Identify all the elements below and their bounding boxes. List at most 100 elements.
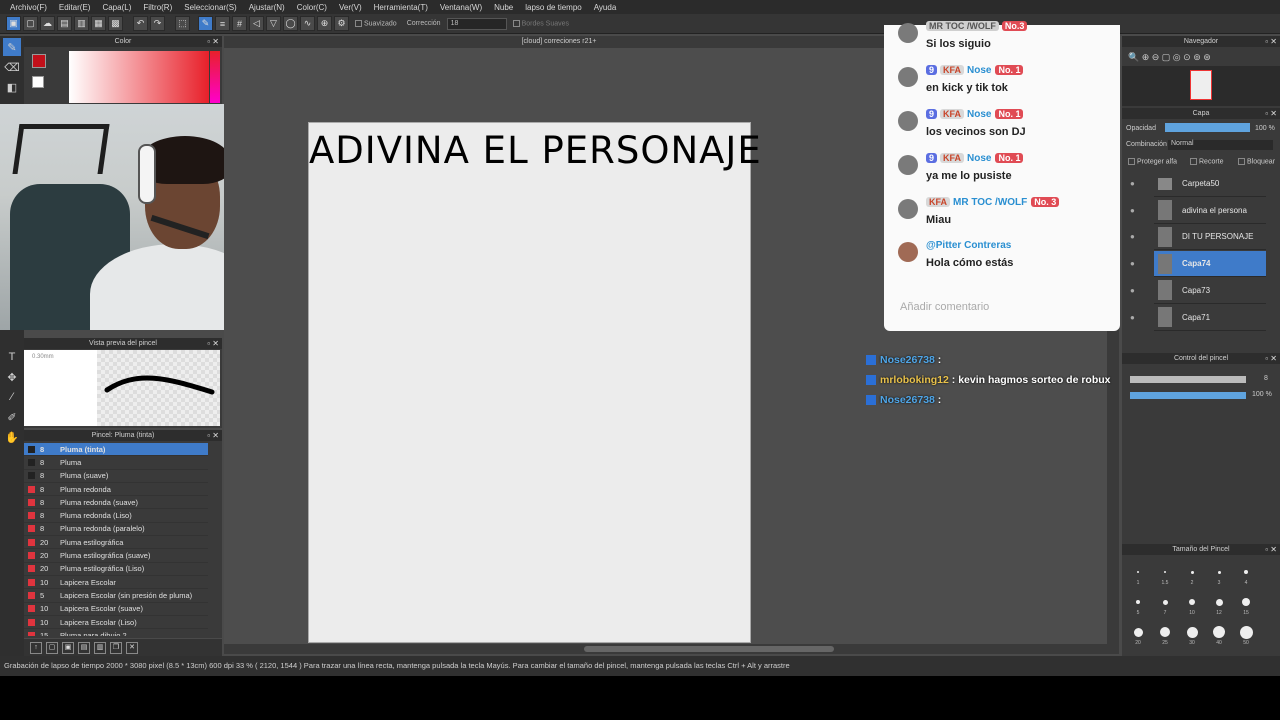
comment-input[interactable]: Añadir comentario	[900, 301, 989, 313]
layer-item[interactable]: Carpeta50	[1154, 171, 1266, 197]
user-name[interactable]: @Pitter Contreras	[926, 240, 1011, 251]
menu-item[interactable]: Ver(V)	[333, 3, 368, 12]
smoothing-toggle[interactable]: Suavizado	[355, 19, 397, 27]
eyedropper-tool-icon[interactable]: ⁄	[3, 388, 21, 406]
protect-alpha-checkbox[interactable]	[1128, 158, 1135, 165]
cloud-icon[interactable]: ☁	[40, 16, 55, 31]
close-icon[interactable]: ▫ ✕	[1265, 108, 1277, 119]
menu-item[interactable]: Capa(L)	[96, 3, 137, 12]
color-picker-square[interactable]	[69, 51, 209, 103]
brush-list-item[interactable]: 8 Pluma (suave)	[24, 470, 208, 483]
eye-icon[interactable]: ●	[1130, 286, 1135, 295]
close-icon[interactable]: ▫ ✕	[1265, 353, 1277, 364]
brush-list-item[interactable]: 10 Lapicera Escolar (suave)	[24, 603, 208, 616]
brush-list-item[interactable]: 10 Lapicera Escolar (Liso)	[24, 616, 208, 630]
grid-icon[interactable]: ▩	[108, 16, 123, 31]
brush-size-dot[interactable]	[1244, 570, 1248, 574]
layer-item[interactable]: DI TU PERSONAJE	[1154, 224, 1266, 251]
close-icon[interactable]: ▫ ✕	[207, 36, 219, 47]
brush-list-item[interactable]: 8 Pluma redonda (suave)	[24, 496, 208, 510]
soft-edges-toggle[interactable]: Bordes Suaves	[512, 19, 569, 27]
menu-item[interactable]: Archivo(F)	[4, 3, 53, 12]
brush-size-dot[interactable]	[1160, 627, 1170, 637]
print-icon[interactable]: ▦	[91, 16, 106, 31]
export-icon[interactable]: ▥	[74, 16, 89, 31]
eye-icon[interactable]: ●	[1130, 206, 1135, 215]
navigator-zoom-controls[interactable]: 🔍 ⊕ ⊖ ▢ ◎ ⊙ ⊚ ⊛	[1128, 52, 1211, 63]
canvas-paper[interactable]: ADIVINA EL PERSONAJE	[308, 122, 761, 643]
document-tab[interactable]: [cloud] correciones r21+	[224, 36, 894, 48]
target-icon[interactable]: ⊕	[317, 16, 332, 31]
settings-icon[interactable]: ▤	[78, 641, 90, 654]
smoothing-checkbox[interactable]	[355, 19, 362, 27]
select-area-icon[interactable]: ⬚	[175, 16, 190, 31]
navigator-preview[interactable]	[1122, 66, 1280, 106]
brush-size-dot[interactable]	[1239, 625, 1253, 639]
brush-list-item[interactable]: 8 Pluma (tinta)	[24, 443, 208, 457]
new-file-icon[interactable]: ▢	[23, 16, 38, 31]
brush-list-item[interactable]: 15 Pluma para dibujo 2	[24, 629, 208, 636]
brush-opacity-slider[interactable]	[1130, 392, 1246, 399]
brush-size-dot[interactable]	[1164, 571, 1166, 573]
menu-item[interactable]: Ajustar(N)	[243, 3, 291, 12]
hue-slider[interactable]	[210, 51, 220, 103]
user-name[interactable]: Nose	[967, 65, 991, 76]
redo-icon[interactable]: ↷	[150, 16, 165, 31]
settings-icon[interactable]: ⚙	[334, 16, 349, 31]
fill-tool-icon[interactable]: ◧	[3, 78, 21, 96]
eye-icon[interactable]: ●	[1130, 313, 1135, 322]
brush-list-item[interactable]: 20 Pluma estilográfica (Liso)	[24, 563, 208, 576]
layer-item[interactable]: Capa73	[1154, 278, 1266, 304]
brush-size-slider[interactable]	[1130, 376, 1246, 383]
menu-item[interactable]: Ayuda	[588, 3, 623, 12]
pen-tool-icon[interactable]: ✎	[3, 38, 21, 56]
correction-input[interactable]: 18	[446, 17, 507, 30]
blend-mode-select[interactable]: Normal	[1168, 140, 1273, 150]
menu-item[interactable]: Filtro(R)	[137, 3, 178, 12]
menu-item[interactable]: lapso de tiempo	[519, 3, 587, 12]
circle-icon[interactable]: ◯	[283, 16, 298, 31]
brush-list-item[interactable]: 5 Lapicera Escolar (sin presión de pluma)	[24, 589, 208, 603]
brush-size-dot[interactable]	[1186, 626, 1198, 638]
brush-size-dot[interactable]	[1242, 598, 1250, 606]
eye-icon[interactable]: ●	[1130, 232, 1135, 241]
hand-tool-icon[interactable]: ✋	[3, 428, 21, 446]
brush-size-dot[interactable]	[1215, 598, 1223, 606]
folder-icon[interactable]: ▥	[94, 641, 106, 654]
up-arrow-icon[interactable]: ↑	[30, 641, 42, 654]
horizontal-scrollbar[interactable]	[224, 644, 1119, 654]
menu-item[interactable]: Editar(E)	[53, 3, 97, 12]
lock-toggle[interactable]: Bloquear	[1238, 158, 1275, 165]
menu-item[interactable]: Nube	[488, 3, 519, 12]
brush-list-item[interactable]: 20 Pluma estilográfica (suave)	[24, 549, 208, 563]
curve-icon[interactable]: ∿	[300, 16, 315, 31]
clip-checkbox[interactable]	[1190, 158, 1197, 165]
new-brush-icon[interactable]: ▢	[46, 641, 58, 654]
layer-item[interactable]: Capa74	[1154, 251, 1266, 278]
menu-item[interactable]: Herramienta(T)	[368, 3, 434, 12]
foreground-color-swatch[interactable]	[32, 54, 46, 68]
text-tool-icon[interactable]: T	[3, 348, 21, 366]
soft-edges-checkbox[interactable]	[512, 19, 520, 27]
move-tool-icon[interactable]: ✥	[3, 368, 21, 386]
brush-size-dot[interactable]	[1137, 571, 1139, 573]
duplicate-icon[interactable]: ▣	[62, 641, 74, 654]
close-icon[interactable]: ▫ ✕	[1265, 36, 1277, 47]
brush-size-dot[interactable]	[1189, 599, 1195, 605]
ruler-icon[interactable]: ≡	[215, 16, 230, 31]
layer-item[interactable]: Capa71	[1154, 305, 1266, 331]
eraser-tool-icon[interactable]: ⌫	[3, 58, 21, 76]
menu-item[interactable]: Ventana(W)	[434, 3, 488, 12]
close-icon[interactable]: ▫ ✕	[1265, 544, 1277, 555]
lock-checkbox[interactable]	[1238, 158, 1245, 165]
save-icon[interactable]: ▤	[57, 16, 72, 31]
clip-toggle[interactable]: Recorte	[1190, 158, 1224, 165]
user-name[interactable]: MR TOC /WOLF	[953, 197, 1027, 208]
trash-icon[interactable]: ✕	[126, 641, 138, 654]
hatch-icon[interactable]: #	[232, 16, 247, 31]
protect-alpha-toggle[interactable]: Proteger alfa	[1128, 158, 1177, 165]
brush-list-item[interactable]: 8 Pluma redonda	[24, 483, 208, 497]
close-icon[interactable]: ▫ ✕	[207, 338, 219, 349]
symmetry-icon[interactable]: ▽	[266, 16, 281, 31]
background-color-swatch[interactable]	[32, 76, 44, 88]
